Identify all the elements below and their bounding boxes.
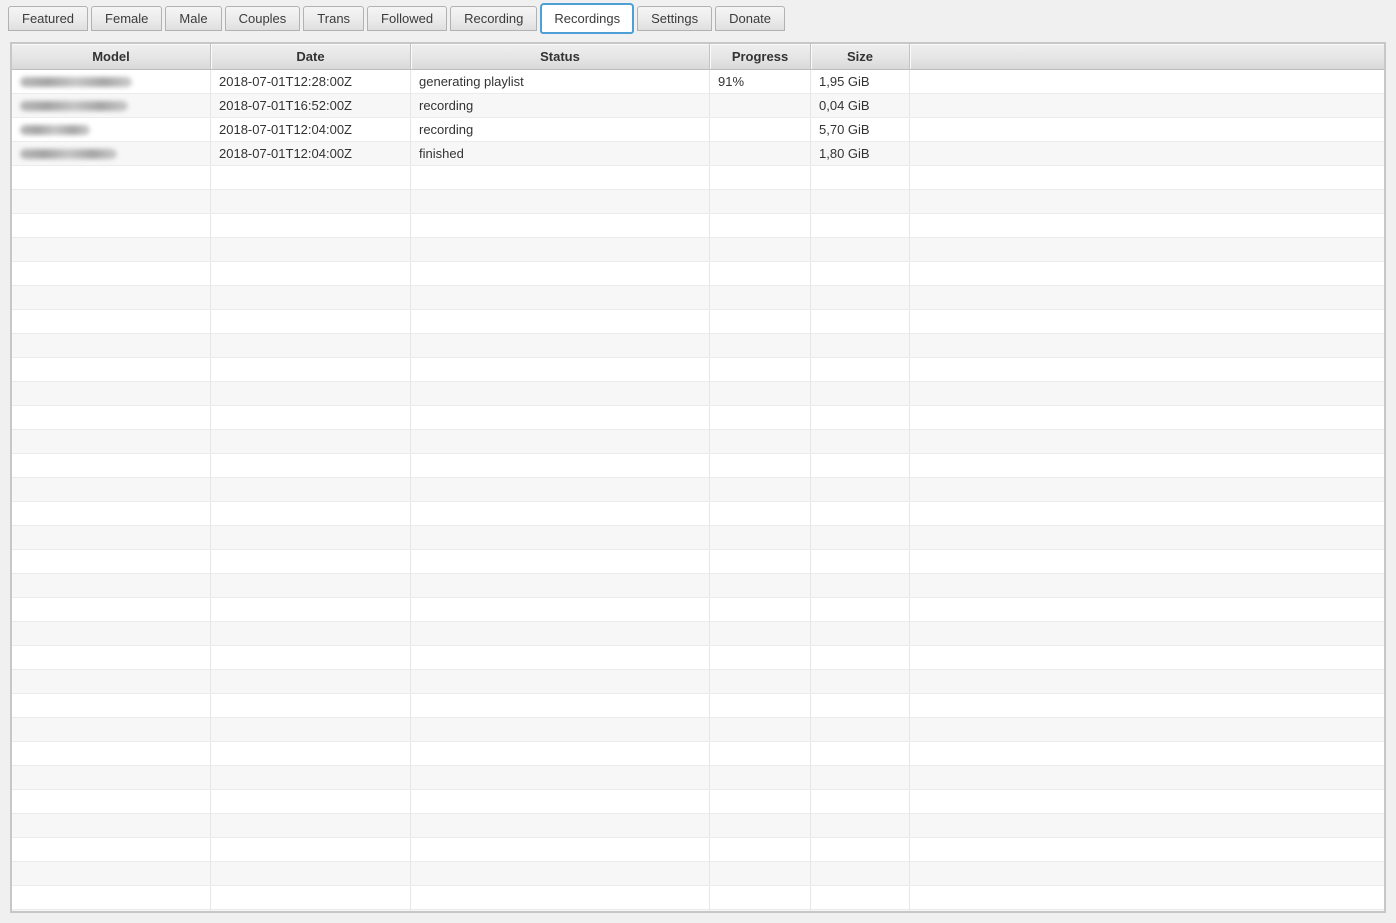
table-empty-row	[12, 574, 1384, 598]
table-empty-row	[12, 790, 1384, 814]
tab-followed[interactable]: Followed	[367, 6, 447, 31]
table-empty-row	[12, 886, 1384, 910]
table-empty-row	[12, 430, 1384, 454]
recordings-table: Model Date Status Progress Size 2018-07-…	[10, 42, 1386, 913]
cell-filler	[910, 142, 1384, 165]
cell-date: 2018-07-01T12:04:00Z	[211, 118, 411, 141]
cell-model	[12, 70, 211, 93]
table-empty-row	[12, 286, 1384, 310]
table-empty-row	[12, 502, 1384, 526]
cell-progress	[710, 94, 811, 117]
cell-status: generating playlist	[411, 70, 710, 93]
cell-progress: 91%	[710, 70, 811, 93]
table-empty-row	[12, 742, 1384, 766]
cell-progress	[710, 142, 811, 165]
table-empty-row	[12, 646, 1384, 670]
cell-model	[12, 118, 211, 141]
redacted-model-name	[20, 101, 128, 111]
table-empty-row	[12, 334, 1384, 358]
cell-size: 1,80 GiB	[811, 142, 910, 165]
redacted-model-name	[20, 77, 132, 87]
column-header-size[interactable]: Size	[811, 44, 910, 70]
table-empty-row	[12, 454, 1384, 478]
app-window: { "tabs": { "items": [ {"label": "Featur…	[0, 0, 1396, 923]
cell-filler	[910, 94, 1384, 117]
cell-progress	[710, 118, 811, 141]
table-row[interactable]: 2018-07-01T12:04:00Z finished 1,80 GiB	[12, 142, 1384, 166]
cell-status: recording	[411, 94, 710, 117]
column-header-status[interactable]: Status	[411, 44, 710, 70]
tab-trans[interactable]: Trans	[303, 6, 364, 31]
table-empty-row	[12, 358, 1384, 382]
tab-recordings[interactable]: Recordings	[540, 3, 634, 34]
table-empty-row	[12, 526, 1384, 550]
table-empty-row	[12, 406, 1384, 430]
cell-model	[12, 94, 211, 117]
table-empty-row	[12, 814, 1384, 838]
column-header-filler	[910, 44, 1384, 70]
cell-filler	[910, 118, 1384, 141]
cell-size: 0,04 GiB	[811, 94, 910, 117]
redacted-model-name	[20, 125, 90, 135]
tab-recording[interactable]: Recording	[450, 6, 537, 31]
cell-model	[12, 142, 211, 165]
tab-settings[interactable]: Settings	[637, 6, 712, 31]
table-empty-row	[12, 838, 1384, 862]
column-header-date[interactable]: Date	[211, 44, 411, 70]
table-empty-row	[12, 910, 1384, 911]
tab-female[interactable]: Female	[91, 6, 162, 31]
table-empty-row	[12, 694, 1384, 718]
table-empty-row	[12, 670, 1384, 694]
tab-donate[interactable]: Donate	[715, 6, 785, 31]
table-empty-row	[12, 166, 1384, 190]
table-row[interactable]: 2018-07-01T12:28:00Z generating playlist…	[12, 70, 1384, 94]
redacted-model-name	[20, 149, 117, 159]
table-row[interactable]: 2018-07-01T16:52:00Z recording 0,04 GiB	[12, 94, 1384, 118]
cell-date: 2018-07-01T12:28:00Z	[211, 70, 411, 93]
table-body: 2018-07-01T12:28:00Z generating playlist…	[12, 70, 1384, 911]
tab-featured[interactable]: Featured	[8, 6, 88, 31]
cell-size: 1,95 GiB	[811, 70, 910, 93]
tab-bar: Featured Female Male Couples Trans Follo…	[8, 3, 788, 34]
table-empty-row	[12, 622, 1384, 646]
table-empty-row	[12, 478, 1384, 502]
tab-male[interactable]: Male	[165, 6, 221, 31]
table-header-row: Model Date Status Progress Size	[12, 44, 1384, 70]
table-empty-row	[12, 190, 1384, 214]
cell-date: 2018-07-01T12:04:00Z	[211, 142, 411, 165]
table-empty-row	[12, 598, 1384, 622]
tab-couples[interactable]: Couples	[225, 6, 301, 31]
table-empty-row	[12, 718, 1384, 742]
table-empty-row	[12, 862, 1384, 886]
cell-status: recording	[411, 118, 710, 141]
cell-size: 5,70 GiB	[811, 118, 910, 141]
table-empty-row	[12, 214, 1384, 238]
cell-status: finished	[411, 142, 710, 165]
table-empty-row	[12, 310, 1384, 334]
cell-filler	[910, 70, 1384, 93]
table-empty-row	[12, 238, 1384, 262]
cell-date: 2018-07-01T16:52:00Z	[211, 94, 411, 117]
column-header-model[interactable]: Model	[12, 44, 211, 70]
table-row[interactable]: 2018-07-01T12:04:00Z recording 5,70 GiB	[12, 118, 1384, 142]
table-empty-row	[12, 382, 1384, 406]
table-empty-row	[12, 262, 1384, 286]
column-header-progress[interactable]: Progress	[710, 44, 811, 70]
table-empty-row	[12, 550, 1384, 574]
table-empty-row	[12, 766, 1384, 790]
